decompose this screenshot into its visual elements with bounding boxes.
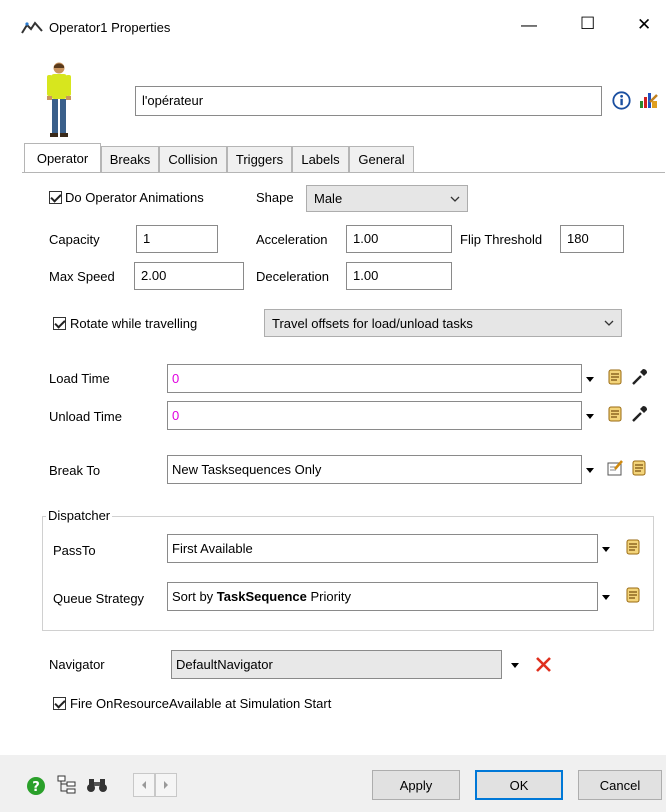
capacity-input[interactable]: 1 [136,225,218,253]
fire-onresource-label: Fire OnResourceAvailable at Simulation S… [70,696,332,711]
window-title: Operator1 Properties [49,20,171,35]
queue-strategy-prefix: Sort by [172,589,217,604]
deceleration-input[interactable]: 1.00 [346,262,452,290]
queue-strategy-dropdown-arrow[interactable] [602,595,610,600]
acceleration-label: Acceleration [256,232,328,247]
previous-button[interactable] [133,773,155,797]
passto-dropdown-arrow[interactable] [602,547,610,552]
tab-operator[interactable]: Operator [24,143,101,173]
tree-view-icon[interactable] [57,775,77,795]
travel-offsets-value: Travel offsets for load/unload tasks [272,315,473,331]
break-to-dropdown-arrow[interactable] [586,468,594,473]
tab-breaks[interactable]: Breaks [101,146,159,172]
queue-strategy-suffix: Priority [306,589,351,604]
cancel-button[interactable]: Cancel [578,770,662,800]
close-button[interactable]: ✕ [637,16,651,33]
queue-strategy-label: Queue Strategy [53,591,145,606]
script-scroll-icon[interactable] [624,538,642,556]
operator-logo-icon [21,21,43,34]
script-scroll-icon[interactable] [624,586,642,604]
edit-properties-icon[interactable] [606,459,624,477]
acceleration-input[interactable]: 1.00 [346,225,452,253]
rotate-label: Rotate while travelling [70,316,198,331]
title-bar: Operator1 Properties — ☐ ✕ [0,0,666,56]
flip-threshold-label: Flip Threshold [460,232,543,247]
max-speed-label: Max Speed [49,269,115,284]
script-scroll-icon[interactable] [606,368,624,386]
capacity-label: Capacity [49,232,100,247]
next-button[interactable] [155,773,177,797]
arrow-left-icon [142,781,146,789]
unload-time-input[interactable]: 0 [167,401,582,430]
apply-button[interactable]: Apply [372,770,460,800]
maximize-button[interactable]: ☐ [580,15,595,32]
tab-labels[interactable]: Labels [292,146,349,172]
break-to-value: New Tasksequences Only [172,462,322,477]
help-icon[interactable]: ? [26,776,46,796]
load-time-dropdown-arrow[interactable] [586,377,594,382]
queue-strategy-input[interactable]: Sort by TaskSequence Priority [167,582,598,611]
tab-collision[interactable]: Collision [159,146,227,172]
navigator-label: Navigator [49,657,105,672]
arrow-right-icon [164,781,168,789]
shape-select-value: Male [314,191,343,206]
travel-offsets-select[interactable]: Travel offsets for load/unload tasks [264,309,622,337]
queue-strategy-bold: TaskSequence [216,589,307,604]
fire-onresource-checkbox[interactable] [53,697,66,710]
max-speed-input[interactable]: 2.00 [134,262,244,290]
chevron-down-icon [450,196,460,202]
passto-label: PassTo [53,543,96,558]
flip-threshold-input[interactable]: 180 [560,225,624,253]
dispatcher-label: Dispatcher [46,508,113,524]
rotate-checkbox[interactable] [53,317,66,330]
passto-input[interactable]: First Available [167,534,598,563]
navigator-dropdown-arrow[interactable] [511,663,519,668]
eyedropper-icon[interactable] [630,368,648,386]
deceleration-label: Deceleration [256,269,329,284]
navigator-input[interactable]: DefaultNavigator [171,650,502,679]
load-time-value: 0 [172,371,180,386]
unload-time-value: 0 [172,408,180,423]
name-input[interactable]: l'opérateur [135,86,602,116]
load-time-label: Load Time [49,371,110,386]
tab-general[interactable]: General [349,146,414,172]
tab-triggers[interactable]: Triggers [227,146,292,172]
script-scroll-icon[interactable] [630,459,648,477]
operator-figure-icon [47,62,71,137]
break-to-input[interactable]: New Tasksequences Only [167,455,582,484]
shape-label: Shape [256,190,294,205]
do-animations-checkbox[interactable] [49,191,62,204]
ok-button[interactable]: OK [475,770,563,800]
minimize-button[interactable]: — [521,18,537,34]
eyedropper-icon[interactable] [630,405,648,423]
binoculars-icon[interactable] [86,776,108,794]
svg-text:?: ? [32,780,40,795]
unload-time-dropdown-arrow[interactable] [586,414,594,419]
chevron-down-icon [604,320,614,326]
info-icon[interactable] [612,91,631,110]
delete-x-icon[interactable] [535,656,552,673]
shape-select[interactable]: Male [306,185,468,212]
do-animations-label: Do Operator Animations [65,190,204,205]
passto-value: First Available [172,541,253,556]
break-to-label: Break To [49,463,101,478]
unload-time-label: Unload Time [49,409,122,424]
navigator-value: DefaultNavigator [176,657,273,672]
chart-tools-icon[interactable] [638,90,658,110]
load-time-input[interactable]: 0 [167,364,582,393]
script-scroll-icon[interactable] [606,405,624,423]
